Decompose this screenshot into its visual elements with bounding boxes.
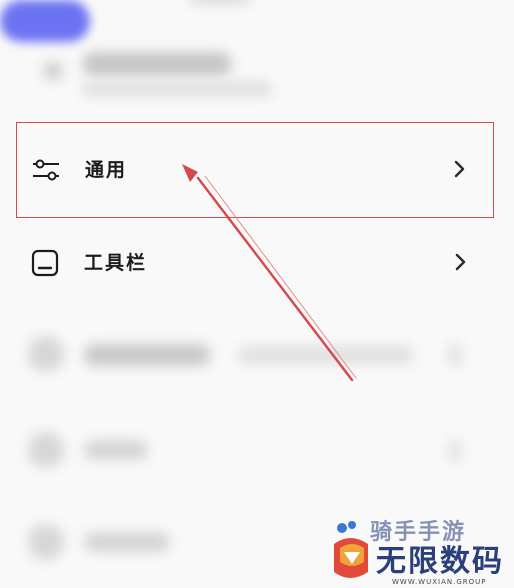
chevron-right-icon (453, 157, 467, 181)
settings-item-toolbar[interactable]: 工具栏 (16, 216, 494, 312)
blurred-row-icon (28, 432, 64, 468)
chevron-right-icon (454, 250, 468, 274)
settings-item-label: 通用 (85, 159, 128, 181)
blurred-row-label (84, 440, 148, 460)
blurred-row-icon (28, 336, 64, 372)
blurred-row-icon (28, 524, 64, 560)
blurred-action-button[interactable] (0, 0, 90, 42)
brand-logo-icon (330, 518, 374, 584)
blurred-chevron-icon (448, 440, 462, 462)
watermark-brand: 无限数码 (376, 544, 504, 579)
blurred-row-label (84, 532, 170, 552)
settings-item-label: 工具栏 (84, 252, 148, 274)
settings-item-general[interactable]: 通用 (16, 122, 494, 218)
blurred-row-value (238, 346, 414, 364)
watermark-top-text: 骑手手游 (370, 520, 467, 545)
blurred-account-name (82, 52, 232, 76)
blurred-chevron-icon (448, 344, 462, 366)
watermark-subtitle: WWW.WUXIAN.GROUP (392, 578, 487, 586)
blurred-account-detail (82, 82, 272, 96)
blurred-row-icon (44, 62, 62, 80)
toolbar-icon (30, 248, 60, 278)
sliders-icon (31, 155, 61, 185)
blurred-header-fragment (190, 0, 250, 4)
watermark: 骑手手游 无限数码 WWW.WUXIAN.GROUP (330, 516, 514, 587)
blurred-row-label (84, 344, 210, 366)
